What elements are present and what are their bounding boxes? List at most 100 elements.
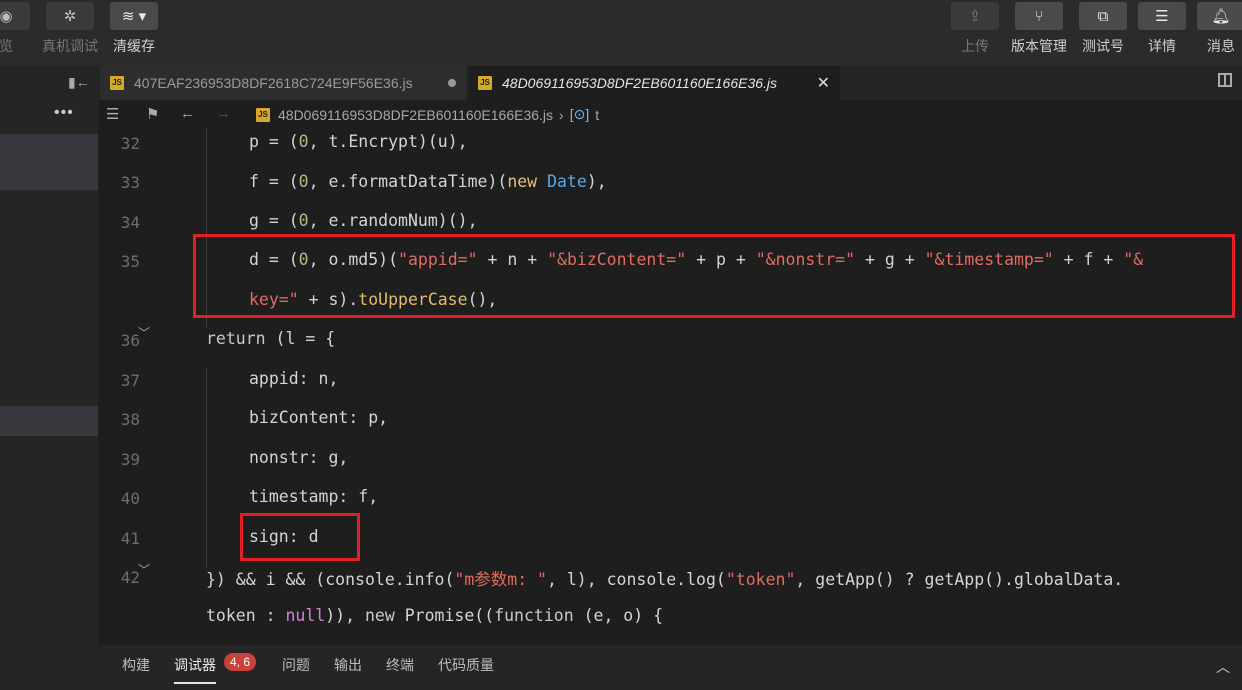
code-token: 0: [298, 172, 309, 191]
line-number: 37: [120, 371, 140, 390]
symbol-variable-icon: [⊙]: [569, 106, 590, 122]
code-line-33[interactable]: f = (0, e.formatDataTime)(new Date),: [249, 172, 607, 191]
tab-build[interactable]: 构建: [122, 655, 150, 675]
breadcrumb[interactable]: JS 48D069116953D8DF2EB601160E166E36.js ›…: [256, 106, 599, 123]
code-line-42[interactable]: }) && i && (console.info("m参数m: ", l), c…: [206, 566, 1123, 590]
code-token: return: [206, 329, 266, 348]
tab-debugger[interactable]: 调试器: [174, 655, 216, 684]
code-line-36[interactable]: return (l = {: [206, 329, 335, 348]
debugger-count-badge: 4, 6: [224, 653, 257, 671]
code-token: Promise: [404, 606, 475, 625]
tab-code-quality[interactable]: 代码质量: [438, 655, 494, 675]
code-token: g = (: [249, 211, 299, 230]
tab-terminal[interactable]: 终端: [386, 655, 414, 675]
bookmark-icon[interactable]: ⚑: [146, 105, 159, 123]
test-account-label: 测试号: [1082, 38, 1124, 54]
code-token: randomNum: [348, 211, 438, 230]
js-file-icon: JS: [256, 107, 270, 122]
sidebar-selected-row[interactable]: [0, 134, 98, 190]
highlight-box-sign: [240, 513, 360, 561]
list-icon[interactable]: ☰: [106, 105, 119, 123]
line-number: 36: [120, 331, 140, 350]
highlight-box-md5: [193, 234, 1235, 318]
fold-chevron-icon[interactable]: ﹀: [138, 324, 150, 341]
tab-output[interactable]: 输出: [334, 655, 362, 675]
breadcrumb-symbol[interactable]: t: [595, 107, 599, 123]
split-editor-icon[interactable]: [1218, 73, 1232, 87]
line-number: 39: [120, 450, 140, 469]
tab-file-1[interactable]: JS 407EAF236953D8DF2618C724E9F56E36.js: [100, 66, 466, 100]
line-number: 32: [120, 134, 140, 153]
messages-button[interactable]: 🔔︎ 消息: [1191, 2, 1242, 56]
code-token: new: [507, 172, 538, 191]
line-number: 35: [120, 252, 140, 271]
version-manage-button[interactable]: ⑂ 版本管理: [1009, 2, 1069, 56]
code-line-38[interactable]: bizContent: p,: [249, 408, 388, 427]
file-sidebar: •••: [0, 100, 98, 645]
preview-label: 览: [0, 38, 13, 54]
code-token: () ?: [874, 570, 925, 589]
js-file-icon: JS: [478, 76, 492, 90]
sidebar-selected-row[interactable]: [0, 406, 98, 436]
collapse-sidebar-icon[interactable]: ▮←: [68, 74, 90, 91]
line-number: 34: [120, 213, 140, 232]
code-editor[interactable]: p = (0, t.Encrypt)(u), f = (0, e.formatD…: [166, 128, 1242, 643]
code-token: getApp: [924, 570, 985, 589]
editor-tabbar: ▮← JS 407EAF236953D8DF2618C724E9F56E36.j…: [0, 66, 1242, 101]
remote-debug-button[interactable]: ✲ 真机调试: [40, 2, 100, 56]
code-line-37[interactable]: appid: n,: [249, 369, 338, 388]
code-line-40[interactable]: timestamp: f,: [249, 487, 378, 506]
js-file-icon: JS: [110, 76, 124, 90]
close-tab-icon[interactable]: ✕: [817, 73, 830, 93]
code-token: (: [715, 570, 726, 589]
breadcrumb-file[interactable]: 48D069116953D8DF2EB601160E166E36.js: [278, 107, 553, 123]
clear-cache-button[interactable]: ≋ ▾ 清缓存: [104, 2, 164, 56]
code-line-42-wrap[interactable]: token : null)), new Promise((function (e…: [206, 606, 663, 625]
details-button[interactable]: ☰ 详情: [1132, 2, 1192, 56]
code-token: .: [676, 570, 687, 589]
test-account-button[interactable]: ⧉ 测试号: [1073, 2, 1133, 56]
indent-guide: [206, 368, 207, 568]
upload-label: 上传: [961, 38, 989, 54]
menu-icon: ☰: [1138, 2, 1186, 30]
back-arrow-icon[interactable]: ←: [180, 105, 195, 122]
code-token: function: [494, 606, 574, 625]
code-line-34[interactable]: g = (0, e.randomNum)(),: [249, 211, 478, 230]
code-token: .: [394, 570, 405, 589]
more-icon[interactable]: •••: [54, 104, 74, 122]
remote-debug-label: 真机调试: [42, 38, 98, 54]
code-token: , t.: [308, 132, 349, 151]
code-token: 0: [298, 132, 309, 151]
code-token: new: [364, 606, 395, 625]
code-line-39[interactable]: nonstr: g,: [249, 448, 348, 467]
code-token: (: [444, 570, 455, 589]
breadcrumb-bar: ☰ ⚑ ← → JS 48D069116953D8DF2EB601160E166…: [98, 100, 1242, 128]
code-token: )(: [487, 172, 508, 191]
code-token: ),: [586, 172, 607, 191]
line-number-gutter: 32 33 34 35 36 ﹀ 37 38 39 40 41 42 ﹀: [98, 128, 166, 643]
tab-problems[interactable]: 问题: [282, 655, 310, 675]
code-token: 0: [298, 211, 309, 230]
tab-file-1-label: 407EAF236953D8DF2618C724E9F56E36.js: [134, 75, 413, 91]
code-token: formatDataTime: [348, 172, 488, 191]
preview-button[interactable]: ◉ 览: [0, 2, 36, 56]
upload-icon: ⇪: [951, 2, 999, 30]
code-token: p = (: [249, 132, 299, 151]
fold-chevron-icon[interactable]: ﹀: [138, 561, 150, 578]
code-token: ().globalData.: [984, 570, 1124, 589]
forward-arrow-icon[interactable]: →: [216, 105, 231, 122]
line-number: 42: [120, 568, 140, 587]
chevron-up-icon[interactable]: ︿: [1216, 657, 1230, 677]
unsaved-dot-icon: [448, 79, 456, 87]
code-token: token :: [206, 606, 286, 625]
code-line-32[interactable]: p = (0, t.Encrypt)(u),: [249, 132, 468, 151]
code-token: console: [606, 570, 677, 589]
chevron-right-icon: ›: [559, 106, 564, 123]
tab-file-2[interactable]: JS 48D069116953D8DF2EB601160E166E36.js ✕: [468, 66, 840, 100]
upload-button[interactable]: ⇪ 上传: [945, 2, 1005, 56]
code-token: )(u),: [417, 132, 468, 151]
code-token: , e.: [308, 211, 349, 230]
code-token: }) && i && (: [206, 570, 326, 589]
